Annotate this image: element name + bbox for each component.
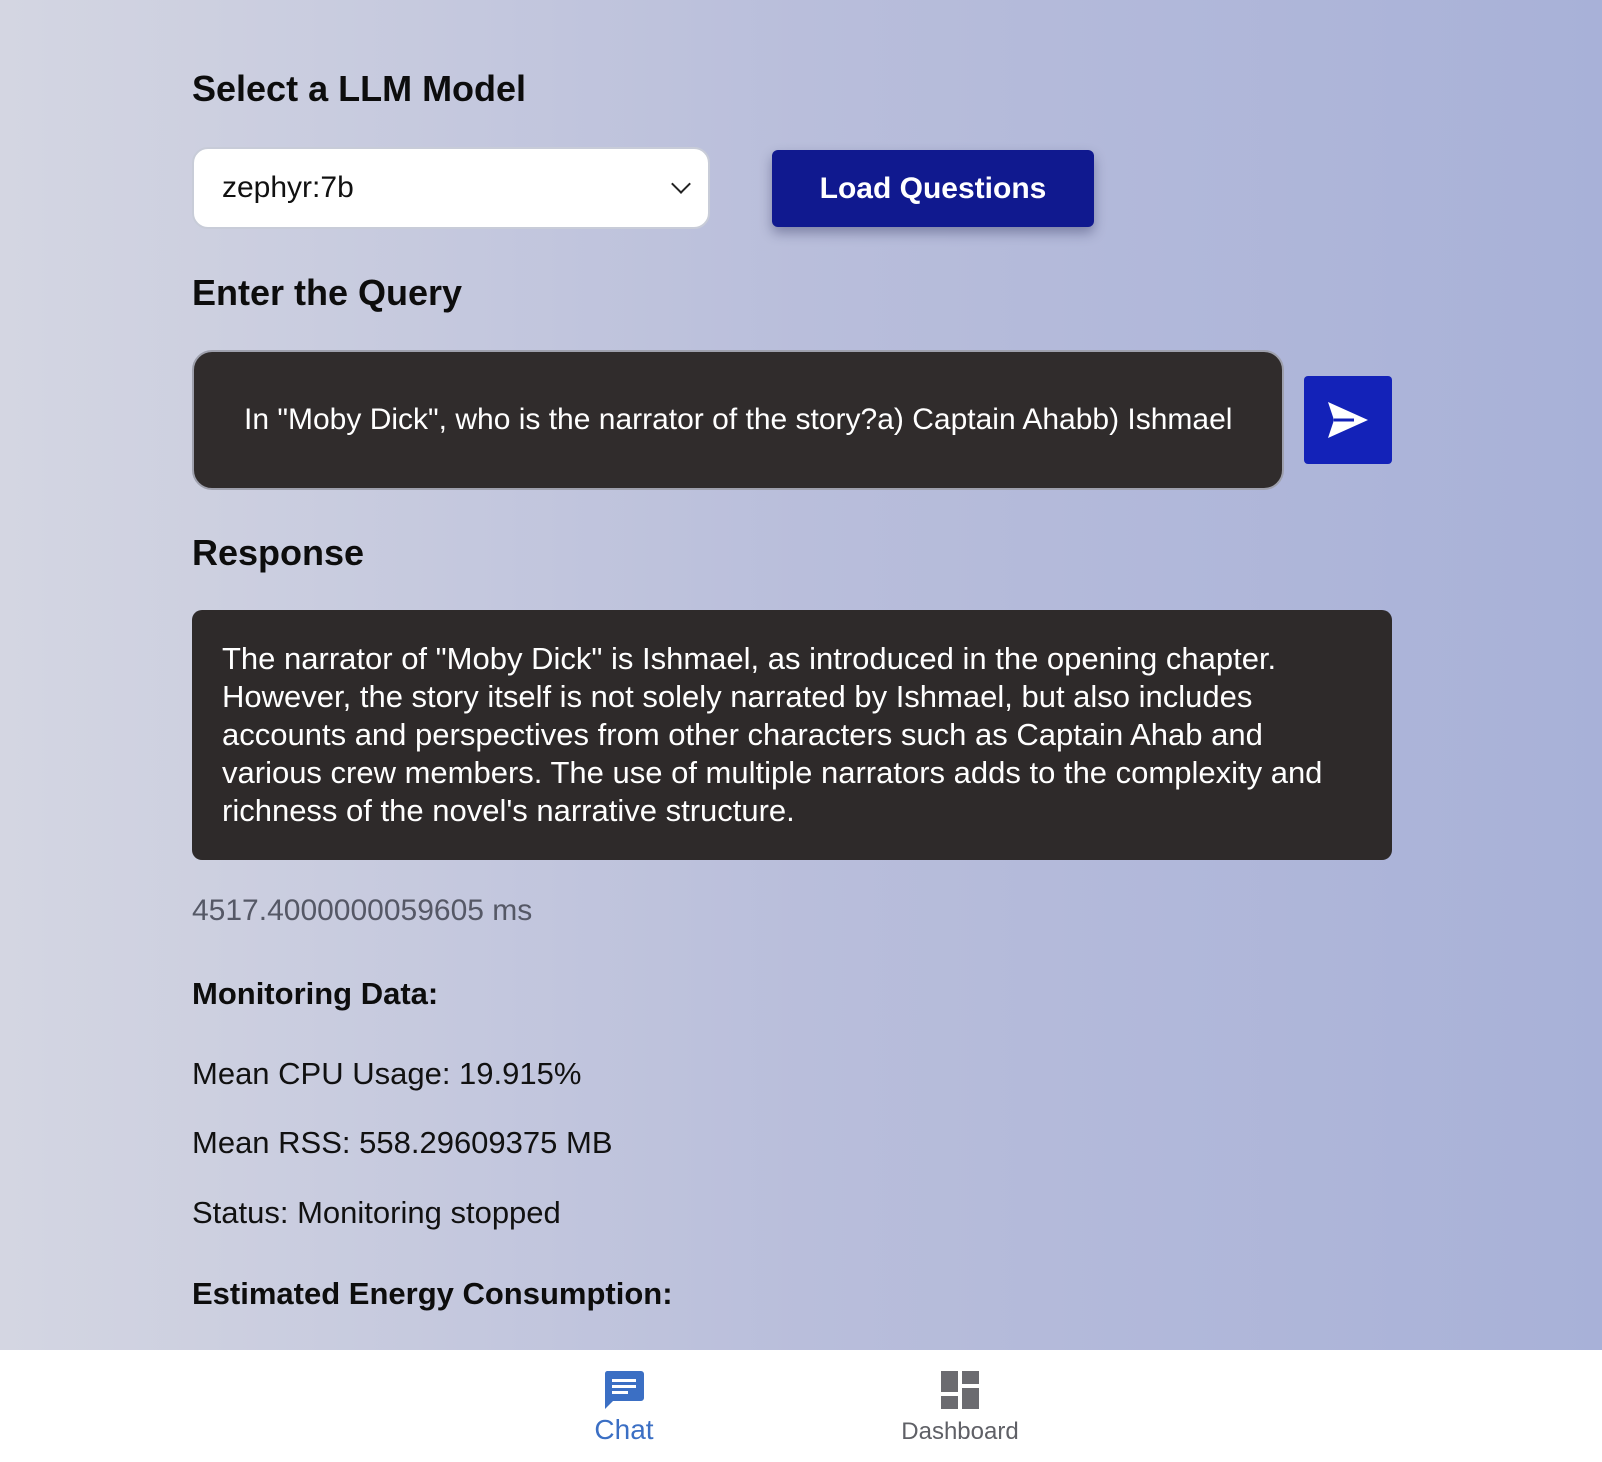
send-icon	[1328, 402, 1368, 438]
response-heading: Response	[192, 532, 365, 573]
load-questions-button[interactable]: Load Questions	[772, 150, 1094, 227]
response-text: The narrator of "Moby Dick" is Ishmael, …	[192, 610, 1392, 860]
enter-query-heading: Enter the Query	[192, 272, 463, 313]
nav-label-chat: Chat	[594, 1414, 654, 1445]
nav-item-dashboard[interactable]: Dashboard	[880, 1350, 1040, 1462]
model-select-value: zephyr:7b	[222, 171, 354, 204]
query-input[interactable]: In "Moby Dick", who is the narrator of t…	[192, 350, 1284, 490]
response-time: 4517.4000000059605 ms	[192, 894, 533, 927]
bottom-nav: Chat Dashboard	[0, 1350, 1602, 1462]
model-select[interactable]: zephyr:7b	[192, 147, 710, 229]
select-model-heading: Select a LLM Model	[192, 68, 527, 109]
energy-heading: Estimated Energy Consumption:	[192, 1276, 673, 1311]
chevron-down-icon	[671, 174, 691, 194]
send-button[interactable]	[1304, 376, 1392, 464]
chat-icon	[604, 1371, 644, 1409]
query-input-value: In "Moby Dick", who is the narrator of t…	[244, 403, 1233, 436]
nav-item-chat[interactable]: Chat	[574, 1350, 674, 1462]
mean-cpu-usage: Mean CPU Usage: 19.915%	[192, 1056, 582, 1091]
monitoring-heading: Monitoring Data:	[192, 976, 439, 1011]
monitoring-status: Status: Monitoring stopped	[192, 1195, 561, 1230]
mean-rss: Mean RSS: 558.29609375 MB	[192, 1125, 613, 1160]
nav-label-dashboard: Dashboard	[901, 1418, 1019, 1445]
dashboard-icon	[941, 1371, 979, 1409]
